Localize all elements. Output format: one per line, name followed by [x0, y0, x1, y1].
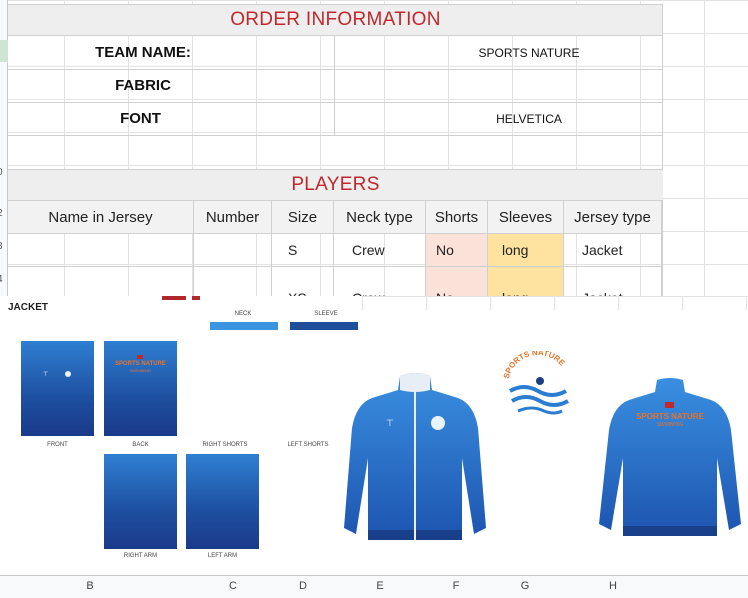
column-header-jersey: Jersey type [564, 201, 662, 234]
font-label: FONT [120, 110, 161, 127]
back-label: BACK [132, 442, 149, 448]
front-label: FRONT [47, 442, 68, 448]
jacket-collar [400, 373, 430, 392]
column-header-name: Name in Jersey [8, 201, 194, 234]
column-header-e[interactable]: E [373, 580, 387, 592]
divider [334, 36, 335, 135]
players-title: PLAYERS [291, 174, 380, 195]
column-header-c[interactable]: C [226, 580, 240, 592]
back-jacket-mockup: SPORTS NATURE SWIMMING [599, 378, 741, 536]
team-name-value[interactable]: SPORTS NATURE [395, 36, 663, 69]
left-arm-panel [186, 454, 259, 549]
order-title: ORDER INFORMATION [230, 9, 441, 30]
sports-nature-logo: SPORTS NATURE [502, 351, 569, 415]
back-jacket-flag [665, 402, 674, 408]
jacket-chest-mark: ⊤ [386, 418, 394, 428]
column-header-size: Size [272, 201, 334, 234]
row-number[interactable]: 4 [0, 274, 3, 285]
jacket-label: JACKET [8, 302, 49, 313]
back-jacket-print: SPORTS NATURE [636, 412, 705, 421]
logo-text-path-content: SPORTS NATURE [502, 351, 567, 380]
left-arm-label: LEFT ARM [207, 553, 238, 559]
front-jacket-mockup: ⊤ [344, 373, 486, 540]
front-panel: ⊤ [21, 341, 94, 436]
column-header-bar: B C D E F G H [0, 575, 748, 598]
row-number[interactable]: 2 [0, 208, 3, 219]
column-header-h[interactable]: H [606, 580, 620, 592]
logo-wave [509, 385, 567, 397]
neck-label: NECK [234, 311, 252, 317]
column-header-f[interactable]: F [449, 580, 463, 592]
team-name-label: TEAM NAME: [95, 44, 191, 61]
divider [8, 135, 663, 136]
neck-type-cell[interactable]: Crew [334, 234, 426, 267]
red-mark [192, 296, 200, 300]
logo-swimmer [536, 377, 544, 385]
jacket-template-image: JACKET NECK SLEEVE ⊤ FRONT SPORTS NATURE… [0, 296, 748, 575]
row-number[interactable]: 3 [0, 241, 3, 252]
red-marks [162, 296, 200, 300]
number-cell[interactable] [194, 234, 272, 267]
column-header-number: Number [194, 201, 272, 234]
column-header-g[interactable]: G [518, 580, 532, 592]
jacket-chest-logo [431, 416, 445, 430]
right-shorts-label: RIGHT SHORTS [202, 442, 248, 448]
logo-text: SPORTS NATURE [502, 351, 567, 380]
sleeve-label: SLEEVE [314, 311, 338, 317]
column-header-sleeves: Sleeves [488, 201, 564, 234]
neck-color-swatch [210, 322, 278, 330]
red-mark [162, 296, 186, 300]
front-logo-dot [65, 371, 71, 377]
column-header-shorts: Shorts [426, 201, 488, 234]
row-number[interactable]: 0 [0, 167, 3, 178]
back-jacket-subprint: SWIMMING [657, 422, 684, 428]
sleeve-color-swatch [290, 322, 358, 330]
logo-wave [511, 395, 569, 407]
name-cell[interactable] [8, 234, 194, 267]
shorts-cell[interactable]: No [426, 234, 488, 267]
back-jacket-hem [623, 526, 717, 536]
left-shorts-label: LEFT SHORTS [287, 442, 329, 448]
jersey-type-cell[interactable]: Jacket [564, 234, 662, 267]
logo-wave [517, 406, 563, 415]
back-flag [137, 355, 143, 359]
row-header-selected[interactable] [0, 40, 8, 62]
back-jacket-body [599, 378, 741, 534]
right-arm-label: RIGHT ARM [123, 553, 158, 559]
font-value[interactable]: HELVETICA [395, 102, 663, 135]
sleeves-cell[interactable]: long [488, 234, 564, 267]
column-header-d[interactable]: D [296, 580, 310, 592]
front-mark: ⊤ [43, 372, 49, 378]
fabric-value[interactable] [395, 69, 663, 102]
fabric-label: FABRIC [115, 77, 171, 94]
back-panel: SPORTS NATURE SWIMMING [104, 341, 177, 436]
size-cell[interactable]: S [272, 234, 334, 267]
right-arm-panel [104, 454, 177, 549]
back-print-subtext: SWIMMING [129, 368, 152, 373]
column-header-neck: Neck type [334, 201, 426, 234]
column-header-b[interactable]: B [83, 580, 97, 592]
back-print-text: SPORTS NATURE [115, 361, 166, 367]
